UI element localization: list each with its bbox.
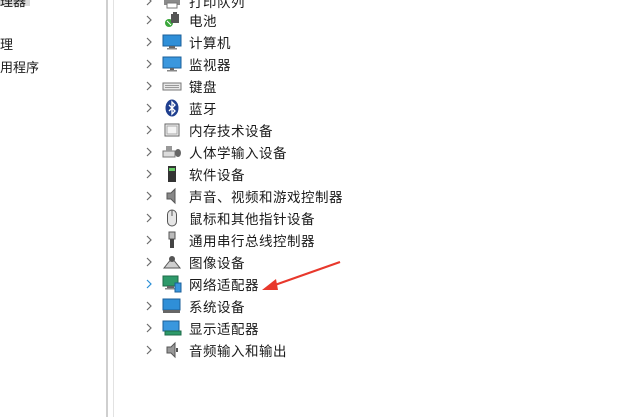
tree-node-label: 图像设备 [189, 256, 245, 272]
tree-node-label: 软件设备 [189, 168, 245, 184]
chevron-right-icon[interactable] [140, 339, 158, 361]
chevron-right-icon[interactable] [140, 251, 158, 273]
tree-node-audio-inputs-outputs[interactable]: 音频输入和输出 [140, 339, 440, 361]
tree-node-label: 系统设备 [189, 300, 245, 316]
tree-node-display-adapters[interactable]: 显示适配器 [140, 317, 440, 339]
chevron-right-icon[interactable] [140, 163, 158, 185]
tree-node-human-interface-devices[interactable]: 人体学输入设备 [140, 141, 440, 163]
chevron-right-icon[interactable] [140, 9, 158, 31]
usb-icon [162, 230, 182, 250]
system-device-icon [162, 296, 182, 316]
tree-node-label: 计算机 [189, 36, 231, 52]
tree-node-sound-video-game-controllers[interactable]: 声音、视频和游戏控制器 [140, 185, 440, 207]
tree-node-label: 网络适配器 [189, 278, 259, 294]
chevron-right-icon[interactable] [140, 97, 158, 119]
tree-node-mice-pointing-devices[interactable]: 鼠标和其他指针设备 [140, 207, 440, 229]
chevron-right-icon[interactable] [140, 31, 158, 53]
tree-node-label: 电池 [189, 14, 217, 30]
tree-node-system-devices[interactable]: 系统设备 [140, 295, 440, 317]
monitor-icon [162, 54, 182, 74]
bluetooth-icon [162, 98, 182, 118]
chevron-right-icon[interactable] [140, 207, 158, 229]
software-device-icon [162, 164, 182, 184]
pane-border [113, 0, 114, 417]
tree-node-imaging-devices[interactable]: 图像设备 [140, 251, 440, 273]
tree-node-label: 通用串行总线控制器 [189, 234, 315, 250]
mouse-icon [162, 208, 182, 228]
tree-node-label: 键盘 [189, 80, 217, 96]
hid-icon [162, 142, 182, 162]
tree-node-label: 人体学输入设备 [189, 146, 287, 162]
tree-node-label: 内存技术设备 [189, 124, 273, 140]
chevron-right-icon[interactable] [140, 75, 158, 97]
network-adapter-icon [162, 274, 182, 294]
keyboard-icon [162, 76, 182, 96]
tree-node-label: 显示适配器 [189, 322, 259, 338]
console-tree-item-management[interactable]: 理 [0, 34, 13, 53]
tree-node-label: 监视器 [189, 58, 231, 74]
chevron-right-icon[interactable] [140, 229, 158, 251]
tree-node-usb-controllers[interactable]: 通用串行总线控制器 [140, 229, 440, 251]
chevron-right-icon[interactable] [140, 273, 158, 295]
tree-node-software-devices[interactable]: 软件设备 [140, 163, 440, 185]
chevron-right-icon[interactable] [140, 141, 158, 163]
tree-node-computer[interactable]: 计算机 [140, 31, 440, 53]
tree-node-label: 蓝牙 [189, 102, 217, 118]
chevron-right-icon[interactable] [140, 295, 158, 317]
tree-node-memory-technology-devices[interactable]: 内存技术设备 [140, 119, 440, 141]
tree-node-network-adapters[interactable]: 网络适配器 [140, 273, 440, 295]
camera-icon [162, 252, 182, 272]
display-adapter-icon [162, 318, 182, 338]
tree-node-batteries[interactable]: 电池 [140, 9, 440, 31]
chevron-right-icon[interactable] [140, 317, 158, 339]
audio-io-icon [162, 340, 182, 360]
tree-node-keyboards[interactable]: 键盘 [140, 75, 440, 97]
console-tree-item-device-manager[interactable]: 理器 [0, 0, 26, 10]
chevron-right-icon[interactable] [140, 185, 158, 207]
device-tree: 打印队列 电池 计算机 监视器 键盘 蓝牙 内存技术设备 人体学输入设备 软件设… [140, 0, 639, 417]
tree-node-monitors[interactable]: 监视器 [140, 53, 440, 75]
chevron-right-icon[interactable] [140, 53, 158, 75]
chevron-right-icon[interactable] [140, 119, 158, 141]
tree-node-label: 音频输入和输出 [189, 344, 287, 360]
console-tree-pane: 理器 理 用程序 [0, 0, 106, 417]
computer-icon [162, 32, 182, 52]
memory-device-icon [162, 120, 182, 140]
tree-node-bluetooth[interactable]: 蓝牙 [140, 97, 440, 119]
pane-splitter[interactable] [106, 0, 108, 417]
tree-node-label: 鼠标和其他指针设备 [189, 212, 315, 228]
speaker-icon [162, 186, 182, 206]
battery-icon [162, 10, 182, 30]
console-tree-item-apps[interactable]: 用程序 [0, 57, 39, 76]
tree-node-label: 声音、视频和游戏控制器 [189, 190, 343, 206]
